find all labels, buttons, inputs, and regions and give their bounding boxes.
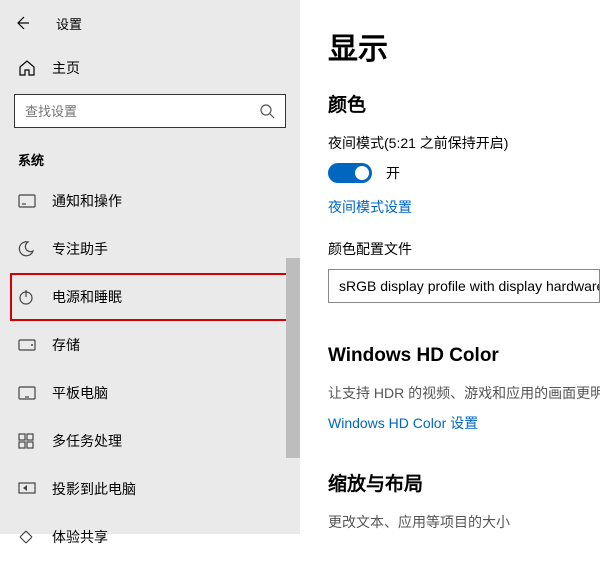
power-icon bbox=[18, 288, 38, 306]
sidebar-item-label: 电源和睡眠 bbox=[52, 287, 122, 307]
night-mode-label: 夜间模式(5:21 之前保持开启) bbox=[328, 133, 600, 153]
night-mode-settings-link[interactable]: 夜间模式设置 bbox=[328, 197, 412, 217]
section-color-header: 颜色 bbox=[328, 90, 600, 117]
sidebar-item-shared-experiences[interactable]: 体验共享 bbox=[0, 513, 300, 561]
sidebar-item-multitasking[interactable]: 多任务处理 bbox=[0, 417, 300, 465]
sidebar-scrollbar[interactable] bbox=[286, 258, 300, 458]
sidebar-home-label: 主页 bbox=[52, 58, 80, 78]
home-icon bbox=[18, 59, 38, 77]
search-icon bbox=[259, 103, 275, 119]
back-button[interactable] bbox=[8, 9, 36, 37]
sidebar-item-label: 投影到此电脑 bbox=[52, 479, 136, 499]
hd-color-header: Windows HD Color bbox=[328, 345, 600, 367]
color-profile-dropdown[interactable]: sRGB display profile with display hardwa… bbox=[328, 269, 600, 303]
sidebar-item-notifications[interactable]: 通知和操作 bbox=[0, 177, 300, 225]
sidebar-item-storage[interactable]: 存储 bbox=[0, 321, 300, 369]
storage-icon bbox=[18, 336, 38, 354]
color-profile-value: sRGB display profile with display hardwa… bbox=[339, 278, 600, 294]
search-input-wrapper[interactable] bbox=[14, 94, 286, 128]
page-title: 显示 bbox=[328, 24, 600, 68]
night-mode-toggle[interactable] bbox=[328, 163, 372, 183]
tablet-icon bbox=[18, 384, 38, 402]
arrow-left-icon bbox=[14, 15, 30, 31]
sidebar-item-label: 体验共享 bbox=[52, 527, 108, 547]
project-icon bbox=[18, 480, 38, 498]
sidebar-item-tablet[interactable]: 平板电脑 bbox=[0, 369, 300, 417]
title-bar: 设置 bbox=[0, 0, 300, 36]
moon-icon bbox=[18, 240, 38, 258]
settings-sidebar: 设置 主页 系统 通知和操作 专注助手 电源和睡眠 存储 bbox=[0, 0, 300, 534]
share-icon bbox=[18, 528, 38, 546]
hd-color-settings-link[interactable]: Windows HD Color 设置 bbox=[328, 413, 478, 433]
multitask-icon bbox=[18, 432, 38, 450]
sidebar-item-label: 专注助手 bbox=[52, 239, 108, 259]
hd-color-description: 让支持 HDR 的视频、游戏和应用的画面更明 bbox=[328, 383, 600, 403]
search-input[interactable] bbox=[25, 104, 259, 119]
scale-layout-header: 缩放与布局 bbox=[328, 469, 600, 496]
scale-layout-description: 更改文本、应用等项目的大小 bbox=[328, 512, 600, 532]
sidebar-item-focus-assist[interactable]: 专注助手 bbox=[0, 225, 300, 273]
toggle-state-label: 开 bbox=[386, 163, 400, 183]
sidebar-nav-list: 通知和操作 专注助手 电源和睡眠 存储 平板电脑 多任务处理 投影到此电脑 体 bbox=[0, 177, 300, 561]
sidebar-item-projecting[interactable]: 投影到此电脑 bbox=[0, 465, 300, 513]
color-profile-label: 颜色配置文件 bbox=[328, 239, 600, 259]
sidebar-item-label: 存储 bbox=[52, 335, 80, 355]
content-pane: 显示 颜色 夜间模式(5:21 之前保持开启) 开 夜间模式设置 颜色配置文件 … bbox=[300, 0, 600, 534]
window-title: 设置 bbox=[56, 14, 82, 33]
sidebar-item-power-sleep[interactable]: 电源和睡眠 bbox=[10, 273, 288, 321]
sidebar-item-label: 平板电脑 bbox=[52, 383, 108, 403]
notifications-icon bbox=[18, 192, 38, 210]
sidebar-item-label: 通知和操作 bbox=[52, 191, 122, 211]
night-mode-toggle-row: 开 bbox=[328, 163, 600, 183]
sidebar-item-home[interactable]: 主页 bbox=[0, 44, 300, 88]
toggle-knob bbox=[355, 166, 369, 180]
sidebar-section-header: 系统 bbox=[0, 128, 300, 177]
sidebar-item-label: 多任务处理 bbox=[52, 431, 122, 451]
